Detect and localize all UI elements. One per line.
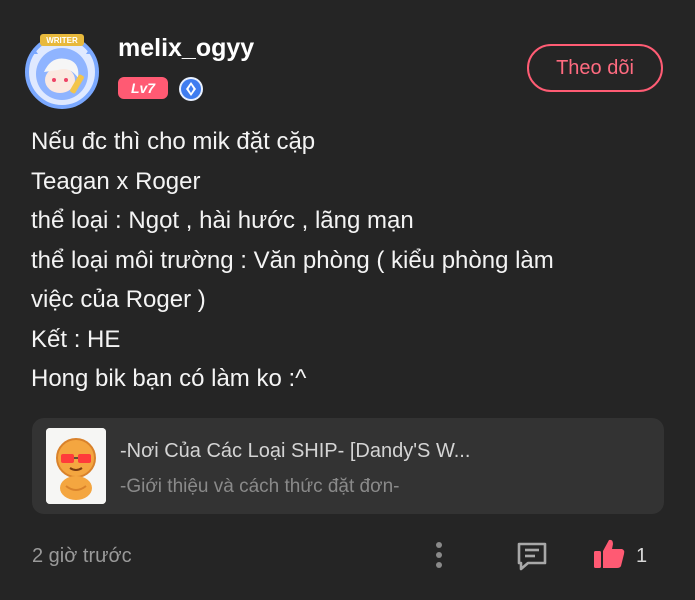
verified-badge-icon [178,76,204,102]
comment-icon[interactable] [514,538,550,574]
content-line: Nếu đc thì cho mik đặt cặp [31,128,316,155]
like-count: 1 [636,545,648,567]
content-line: thể loại : Ngọt , hài hước , lãng mạn [31,207,414,234]
content-line: Kết : HE [31,325,121,353]
follow-button[interactable]: Theo dõi [527,44,663,92]
author-avatar[interactable]: WRITER [22,30,102,110]
story-thumbnail [46,428,106,504]
more-options-icon[interactable] [428,540,450,572]
post-content: Nếu đc thì cho mik đặt cặp Teagan x Roge… [31,122,661,399]
attached-story-card[interactable]: -Nơi Của Các Loại SHIP- [Dandy'S W... -G… [32,418,664,514]
story-title: -Nơi Của Các Loại SHIP- [Dandy'S W... [120,440,471,462]
content-line: việc của Roger ) [31,286,206,313]
level-badge: Lv7 [118,77,168,99]
content-line: Hong bik bạn có làm ko :^ [31,365,307,392]
like-thumbs-up-icon[interactable] [591,536,627,572]
story-subtitle: -Giới thiệu và cách thức đặt đơn- [120,476,400,497]
author-username[interactable]: melix_ogyy [118,34,254,63]
content-line: thể loại môi trường : Văn phòng ( kiểu p… [31,246,554,274]
content-line: Teagan x Roger [31,167,201,195]
avatar-frame-label: WRITER [46,36,78,45]
post-timestamp: 2 giờ trước [32,545,132,567]
